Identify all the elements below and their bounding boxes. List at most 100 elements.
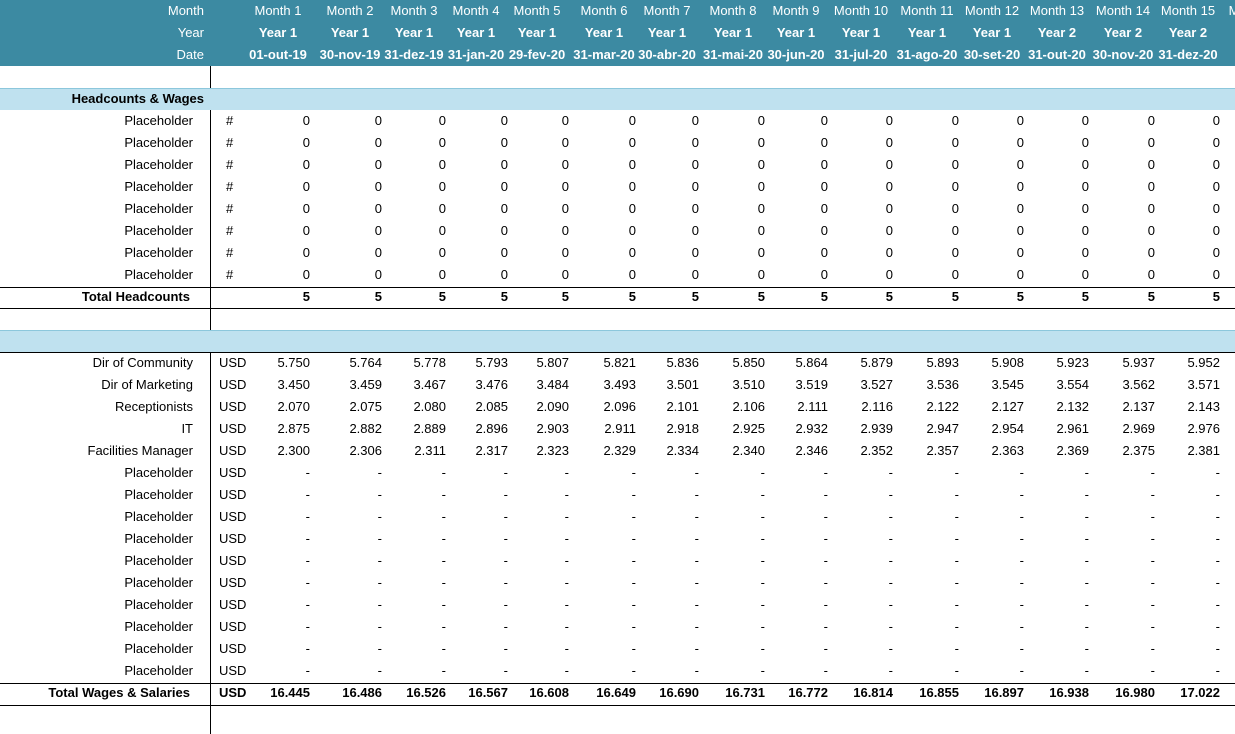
value-cell[interactable]: -: [244, 616, 310, 638]
value-cell[interactable]: 2.334: [633, 440, 699, 462]
value-cell[interactable]: 0: [958, 176, 1024, 198]
value-cell[interactable]: 0: [633, 198, 699, 220]
value-cell[interactable]: 0: [380, 176, 446, 198]
header-year-cell[interactable]: Year 1: [314, 22, 386, 44]
value-cell[interactable]: -: [244, 660, 310, 682]
value-cell[interactable]: 2.352: [827, 440, 893, 462]
value-cell[interactable]: 3.562: [1089, 374, 1155, 396]
header-year-cell[interactable]: Year 1: [956, 22, 1028, 44]
value-cell[interactable]: 5: [1089, 286, 1155, 308]
value-cell[interactable]: -: [1089, 550, 1155, 572]
value-cell[interactable]: 2.918: [633, 418, 699, 440]
header-month-cell[interactable]: Month 6: [568, 0, 640, 22]
value-cell[interactable]: 5: [958, 286, 1024, 308]
value-cell[interactable]: 16.980: [1089, 682, 1155, 704]
value-cell[interactable]: 5.750: [244, 352, 310, 374]
value-cell[interactable]: 0: [316, 198, 382, 220]
value-cell[interactable]: -: [827, 572, 893, 594]
value-cell[interactable]: 16.897: [958, 682, 1024, 704]
value-cell[interactable]: -: [244, 462, 310, 484]
value-cell[interactable]: -: [893, 594, 959, 616]
value-cell[interactable]: 5.864: [762, 352, 828, 374]
value-cell[interactable]: 2.947: [893, 418, 959, 440]
value-cell[interactable]: -: [1154, 660, 1220, 682]
header-date-cell[interactable]: 30-abr-20: [631, 44, 703, 66]
value-cell[interactable]: 3.571: [1154, 374, 1220, 396]
value-cell[interactable]: -: [958, 484, 1024, 506]
value-cell[interactable]: -: [1089, 484, 1155, 506]
header-date-cell[interactable]: 31-out-20: [1021, 44, 1093, 66]
value-cell[interactable]: 0: [380, 220, 446, 242]
value-cell[interactable]: 5: [316, 286, 382, 308]
value-cell[interactable]: 0: [893, 242, 959, 264]
value-cell[interactable]: 0: [1023, 198, 1089, 220]
value-cell[interactable]: 5.807: [503, 352, 569, 374]
value-cell[interactable]: -: [570, 660, 636, 682]
value-cell[interactable]: -: [893, 484, 959, 506]
value-cell[interactable]: -: [1023, 638, 1089, 660]
value-cell[interactable]: 3.510: [699, 374, 765, 396]
header-year-cell[interactable]: Year 2: [1087, 22, 1159, 44]
value-cell[interactable]: 5.778: [380, 352, 446, 374]
value-cell[interactable]: 0: [442, 242, 508, 264]
value-cell[interactable]: 0: [1154, 110, 1220, 132]
header-date-cell[interactable]: 30-jun-20: [760, 44, 832, 66]
value-cell[interactable]: 3.554: [1023, 374, 1089, 396]
value-cell[interactable]: -: [503, 484, 569, 506]
value-cell[interactable]: -: [244, 528, 310, 550]
value-cell[interactable]: 0: [827, 198, 893, 220]
value-cell[interactable]: 2.137: [1089, 396, 1155, 418]
value-cell[interactable]: 0: [893, 110, 959, 132]
value-cell[interactable]: 5: [380, 286, 446, 308]
value-cell[interactable]: -: [1023, 462, 1089, 484]
value-cell[interactable]: -: [244, 638, 310, 660]
value-cell[interactable]: 0: [762, 220, 828, 242]
value-cell[interactable]: -: [958, 550, 1024, 572]
value-cell[interactable]: 3.484: [503, 374, 569, 396]
value-cell[interactable]: 0: [380, 154, 446, 176]
value-cell[interactable]: 16.486: [316, 682, 382, 704]
header-month-cell[interactable]: Month 5: [501, 0, 573, 22]
value-cell[interactable]: 0: [380, 198, 446, 220]
header-month-cell[interactable]: Month 10: [825, 0, 897, 22]
value-cell[interactable]: 0: [244, 110, 310, 132]
value-cell[interactable]: -: [570, 462, 636, 484]
value-cell[interactable]: -: [570, 528, 636, 550]
value-cell[interactable]: 5.850: [699, 352, 765, 374]
value-cell[interactable]: 5: [762, 286, 828, 308]
value-cell[interactable]: 0: [442, 176, 508, 198]
value-cell[interactable]: -: [442, 550, 508, 572]
value-cell[interactable]: 0: [699, 198, 765, 220]
value-cell[interactable]: 0: [244, 220, 310, 242]
value-cell[interactable]: -: [1023, 484, 1089, 506]
value-cell[interactable]: -: [1089, 572, 1155, 594]
value-cell[interactable]: -: [380, 506, 446, 528]
value-cell[interactable]: 0: [633, 176, 699, 198]
value-cell[interactable]: 5.893: [893, 352, 959, 374]
value-cell[interactable]: 0: [503, 198, 569, 220]
header-year-cell[interactable]: Year 1: [568, 22, 640, 44]
value-cell[interactable]: -: [244, 506, 310, 528]
value-cell[interactable]: -: [958, 660, 1024, 682]
value-cell[interactable]: -: [316, 638, 382, 660]
value-cell[interactable]: 0: [958, 154, 1024, 176]
value-cell[interactable]: 2.300: [244, 440, 310, 462]
value-cell[interactable]: 0: [893, 154, 959, 176]
value-cell[interactable]: -: [633, 462, 699, 484]
value-cell[interactable]: 0: [699, 264, 765, 286]
value-cell[interactable]: -: [827, 616, 893, 638]
value-cell[interactable]: -: [570, 484, 636, 506]
value-cell[interactable]: 0: [570, 220, 636, 242]
value-cell[interactable]: 0: [1154, 154, 1220, 176]
value-cell[interactable]: 3.501: [633, 374, 699, 396]
value-cell[interactable]: 2.323: [503, 440, 569, 462]
value-cell[interactable]: -: [442, 660, 508, 682]
value-cell[interactable]: 3.519: [762, 374, 828, 396]
value-cell[interactable]: -: [570, 506, 636, 528]
header-month-cell[interactable]: Month 13: [1021, 0, 1093, 22]
value-cell[interactable]: 0: [503, 132, 569, 154]
value-cell[interactable]: 0: [442, 264, 508, 286]
value-cell[interactable]: -: [244, 550, 310, 572]
value-cell[interactable]: -: [570, 616, 636, 638]
value-cell[interactable]: 2.317: [442, 440, 508, 462]
